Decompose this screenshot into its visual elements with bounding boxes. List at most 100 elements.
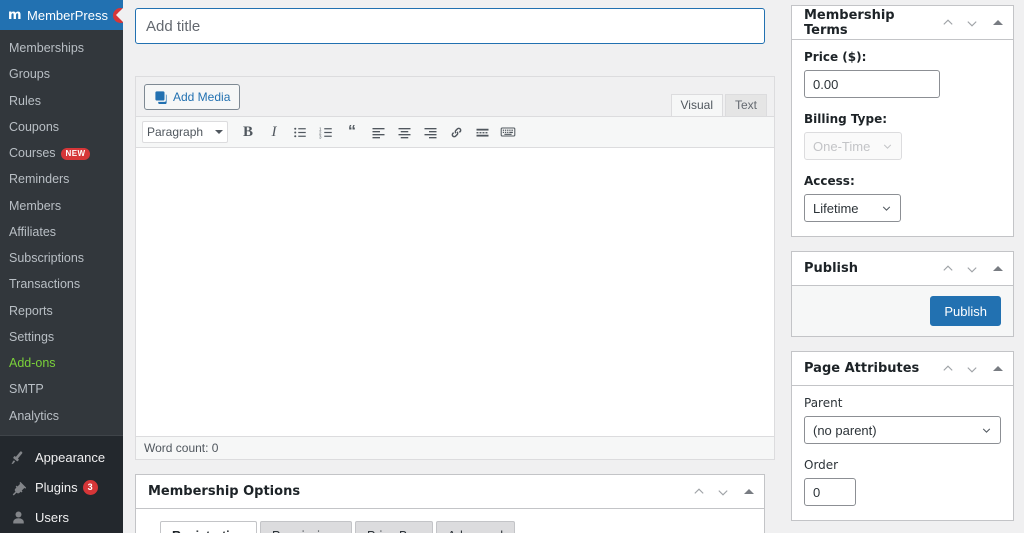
sidebar-item-rules[interactable]: Rules <box>0 88 123 114</box>
parent-value: (no parent) <box>813 423 877 438</box>
toggle-panel-icon[interactable] <box>993 366 1003 371</box>
toggle-panel-icon[interactable] <box>993 20 1003 25</box>
membership-options-metabox: Membership Options Registration Permissi… <box>135 474 765 533</box>
toggle-panel-icon[interactable] <box>993 266 1003 271</box>
sidebar-item-label: Affiliates <box>9 225 56 239</box>
sidebar-item-label: SMTP <box>9 382 44 396</box>
memberpress-brand-label: MemberPress <box>27 8 108 23</box>
metabox-controls <box>941 262 1003 276</box>
paintbrush-icon <box>8 450 28 466</box>
read-more-icon[interactable] <box>470 120 494 144</box>
page-attributes-title: Page Attributes <box>804 361 941 376</box>
sidebar-item-members[interactable]: Members <box>0 193 123 219</box>
sidebar-item-affiliates[interactable]: Affiliates <box>0 219 123 245</box>
align-right-icon[interactable] <box>418 120 442 144</box>
wordpress-core-menu: Appearance Plugins 3 Users Tools <box>0 436 123 533</box>
keyboard-toolbar-icon[interactable] <box>496 120 520 144</box>
order-input[interactable] <box>804 478 856 506</box>
metabox-controls <box>941 16 1003 30</box>
membership-terms-title: Membership Terms <box>804 8 941 38</box>
tab-price-box[interactable]: Price Box <box>355 521 433 533</box>
sidebar-item-label: Groups <box>9 67 50 81</box>
sidebar-item-coupons[interactable]: Coupons <box>0 114 123 140</box>
editor-toolbar: Paragraph B I 123 “ <box>136 117 774 148</box>
sidebar-item-label: Rules <box>9 94 41 108</box>
sidebar-item-label: Transactions <box>9 277 80 291</box>
sidebar-item-label: Coupons <box>9 120 59 134</box>
link-icon[interactable] <box>444 120 468 144</box>
tab-registration[interactable]: Registration <box>160 521 257 533</box>
move-down-icon[interactable] <box>716 485 730 499</box>
metabox-controls <box>692 485 754 499</box>
membership-options-title: Membership Options <box>148 484 692 499</box>
italic-icon[interactable]: I <box>262 120 286 144</box>
page-attributes-body: Parent (no parent) Order <box>792 386 1013 520</box>
user-icon <box>8 510 28 525</box>
move-up-icon[interactable] <box>941 362 955 376</box>
paragraph-format-select[interactable]: Paragraph <box>142 121 228 143</box>
sidebar-item-label: Users <box>35 510 69 525</box>
membership-options-header: Membership Options <box>136 475 764 509</box>
courses-new-badge: NEW <box>61 148 91 160</box>
toggle-panel-icon[interactable] <box>744 489 754 494</box>
align-center-icon[interactable] <box>392 120 416 144</box>
sidebar-item-groups[interactable]: Groups <box>0 61 123 87</box>
chevron-down-icon <box>881 203 892 214</box>
tab-text[interactable]: Text <box>725 94 767 116</box>
numbered-list-icon[interactable]: 123 <box>314 120 338 144</box>
sidebar-item-reports[interactable]: Reports <box>0 298 123 324</box>
chevron-down-icon <box>215 130 223 134</box>
membership-options-body: Registration Permissions Price Box Advan… <box>136 509 764 533</box>
page-attributes-header: Page Attributes <box>792 352 1013 386</box>
price-input[interactable] <box>804 70 940 98</box>
classic-editor: Add Media Visual Text Paragraph B I <box>135 76 775 460</box>
plug-icon <box>8 480 28 496</box>
chevron-down-icon <box>882 141 893 152</box>
sidebar-item-users[interactable]: Users <box>0 503 123 532</box>
tab-visual[interactable]: Visual <box>671 94 723 116</box>
billing-type-value: One-Time <box>813 139 870 154</box>
add-media-button[interactable]: Add Media <box>144 84 240 110</box>
blockquote-icon[interactable]: “ <box>340 120 364 144</box>
move-down-icon[interactable] <box>965 262 979 276</box>
sidebar-item-settings[interactable]: Settings <box>0 324 123 350</box>
sidebar-item-label: Settings <box>9 330 54 344</box>
sidebar-item-smtp[interactable]: SMTP <box>0 376 123 402</box>
sidebar-item-appearance[interactable]: Appearance <box>0 443 123 473</box>
access-select[interactable]: Lifetime <box>804 194 901 222</box>
sidebar-brand-memberpress[interactable]: m MemberPress 3 <box>0 0 123 30</box>
tab-permissions[interactable]: Permissions <box>260 521 352 533</box>
editor-content-area[interactable] <box>136 148 774 436</box>
sidebar-item-label: Subscriptions <box>9 251 84 265</box>
page-attributes-metabox: Page Attributes Parent (no parent) Order <box>791 351 1014 521</box>
publish-button[interactable]: Publish <box>930 296 1001 326</box>
sidebar-item-label: Analytics <box>9 409 59 423</box>
active-menu-arrow-icon <box>116 7 123 23</box>
move-up-icon[interactable] <box>941 262 955 276</box>
sidebar-item-reminders[interactable]: Reminders <box>0 166 123 192</box>
sidebar-item-label: Members <box>9 199 61 213</box>
bulleted-list-icon[interactable] <box>288 120 312 144</box>
parent-select[interactable]: (no parent) <box>804 416 1001 444</box>
sidebar-item-memberships[interactable]: Memberships <box>0 35 123 61</box>
publish-metabox: Publish Publish <box>791 251 1014 337</box>
sidebar-item-subscriptions[interactable]: Subscriptions <box>0 245 123 271</box>
move-up-icon[interactable] <box>692 485 706 499</box>
move-down-icon[interactable] <box>965 16 979 30</box>
sidebar-item-plugins[interactable]: Plugins 3 <box>0 473 123 503</box>
sidebar-item-label: Add-ons <box>9 356 56 370</box>
move-down-icon[interactable] <box>965 362 979 376</box>
sidebar-item-add-ons[interactable]: Add-ons <box>0 350 123 376</box>
sidebar-item-label: Appearance <box>35 450 105 465</box>
tab-advanced[interactable]: Advanced <box>436 521 516 533</box>
sidebar-item-analytics[interactable]: Analytics <box>0 403 123 429</box>
publish-title: Publish <box>804 261 941 276</box>
bold-icon[interactable]: B <box>236 120 260 144</box>
metabox-controls <box>941 362 1003 376</box>
sidebar-item-label: Courses <box>9 146 56 160</box>
move-up-icon[interactable] <box>941 16 955 30</box>
align-left-icon[interactable] <box>366 120 390 144</box>
sidebar-item-courses[interactable]: Courses NEW <box>0 140 123 166</box>
post-title-input[interactable] <box>135 8 765 44</box>
sidebar-item-transactions[interactable]: Transactions <box>0 271 123 297</box>
